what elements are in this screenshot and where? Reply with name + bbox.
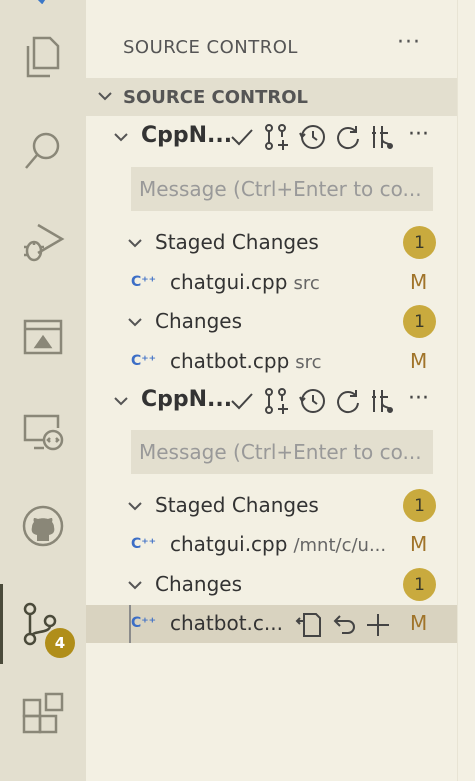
chevron-down-icon [128, 502, 142, 511]
repo-header[interactable]: CppN... ··· [86, 118, 457, 156]
staged-changes-label: Staged Changes [155, 230, 319, 254]
repo-more-button[interactable]: ··· [408, 122, 429, 147]
cpp-file-icon: C⁺⁺ [131, 536, 157, 552]
chevron-down-icon [128, 581, 142, 590]
cpp-file-icon: C⁺⁺ [131, 353, 157, 369]
github-icon[interactable] [0, 491, 86, 561]
file-name: chatbot.cpp [170, 349, 290, 373]
file-item[interactable]: C⁺⁺ chatgui.cpp src M [86, 264, 457, 302]
file-name: chatgui.cpp [170, 270, 288, 294]
file-path: src [293, 273, 320, 294]
file-item-selected[interactable]: C⁺⁺ chatbot.c... M [86, 605, 457, 643]
chevron-down-icon [114, 133, 128, 142]
modified-status: M [410, 270, 428, 294]
repo-more-button[interactable]: ··· [408, 386, 429, 411]
source-control-sidebar: SOURCE CONTROL ··· SOURCE CONTROL CppN..… [86, 0, 457, 781]
chevron-down-icon [114, 397, 128, 406]
changes-group[interactable]: Changes 1 [86, 303, 457, 341]
scrollbar[interactable] [457, 0, 475, 781]
file-item[interactable]: C⁺⁺ chatgui.cpp/mnt/c/u... M [86, 526, 457, 564]
stage-changes-icon[interactable] [364, 611, 392, 639]
file-path: /mnt/c/u... [293, 535, 387, 556]
history-icon[interactable] [298, 387, 326, 415]
commit-message-input[interactable]: Message (Ctrl+Enter to co... [131, 167, 433, 211]
extensions-icon[interactable] [0, 680, 86, 750]
changes-count-badge: 1 [403, 305, 436, 338]
branch-graph-icon[interactable] [368, 123, 396, 151]
staged-changes-group[interactable]: Staged Changes 1 [86, 224, 457, 262]
chevron-down-icon [98, 92, 112, 101]
modified-status: M [410, 349, 428, 373]
commit-message-placeholder: Message (Ctrl+Enter to co... [139, 177, 422, 201]
source-control-icon[interactable]: 4 [0, 584, 86, 664]
section-header[interactable]: SOURCE CONTROL [86, 78, 457, 116]
more-actions-button[interactable]: ··· [397, 30, 421, 55]
branch-graph-icon[interactable] [368, 387, 396, 415]
vscode-logo-fragment [37, 0, 46, 4]
pull-request-icon[interactable] [262, 123, 290, 151]
chevron-down-icon [128, 318, 142, 327]
refresh-icon[interactable] [334, 387, 362, 415]
changes-label: Changes [155, 572, 242, 596]
pull-request-icon[interactable] [262, 387, 290, 415]
search-icon[interactable] [0, 116, 86, 186]
history-icon[interactable] [298, 123, 326, 151]
file-path: src [295, 352, 322, 373]
staged-changes-label: Staged Changes [155, 493, 319, 517]
changes-group[interactable]: Changes 1 [86, 566, 457, 604]
cpp-file-icon: C⁺⁺ [131, 274, 157, 290]
refresh-icon[interactable] [334, 123, 362, 151]
commit-message-input[interactable]: Message (Ctrl+Enter to co... [131, 430, 433, 474]
commit-check-icon[interactable] [228, 123, 256, 151]
modified-status: M [410, 611, 428, 635]
changes-label: Changes [155, 309, 242, 333]
chevron-down-icon [128, 239, 142, 248]
cpp-file-icon: C⁺⁺ [131, 615, 157, 631]
remote-icon[interactable] [0, 303, 86, 373]
repo-name: CppN... [141, 123, 233, 148]
repo-name: CppN... [141, 387, 233, 412]
sidebar-title: SOURCE CONTROL [123, 37, 298, 58]
discard-changes-icon[interactable] [330, 611, 358, 639]
changes-count-badge: 1 [403, 568, 436, 601]
staged-changes-group[interactable]: Staged Changes 1 [86, 487, 457, 525]
explorer-icon[interactable] [0, 22, 86, 92]
file-name: chatbot.c... [170, 611, 283, 635]
open-file-icon[interactable] [294, 611, 322, 639]
modified-status: M [410, 532, 428, 556]
repo-header[interactable]: CppN... ··· [86, 382, 457, 420]
commit-message-placeholder: Message (Ctrl+Enter to co... [139, 440, 422, 464]
file-item[interactable]: C⁺⁺ chatbot.cpp src M [86, 343, 457, 381]
file-name: chatgui.cpp [170, 532, 288, 556]
commit-check-icon[interactable] [228, 387, 256, 415]
staged-count-badge: 1 [403, 226, 436, 259]
remote-explorer-icon[interactable] [0, 398, 86, 468]
section-title: SOURCE CONTROL [123, 87, 309, 108]
run-debug-icon[interactable] [0, 207, 86, 277]
staged-count-badge: 1 [403, 489, 436, 522]
source-control-badge: 4 [45, 628, 75, 658]
activity-bar: 4 [0, 0, 86, 781]
